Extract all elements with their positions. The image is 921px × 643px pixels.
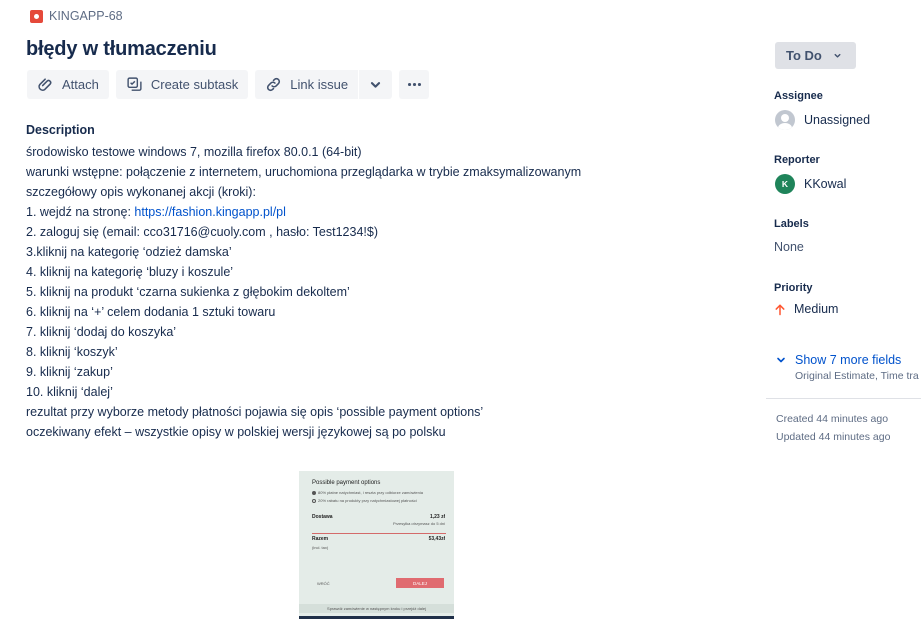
- description-line: 8. kliknij ‘koszyk’: [26, 345, 118, 359]
- total-value: 53,43zł: [428, 536, 445, 542]
- description-line: środowisko testowe windows 7, mozilla fi…: [26, 145, 362, 159]
- description-line: 7. kliknij ‘dodaj do koszyka’: [26, 325, 177, 339]
- unassigned-avatar-icon: [775, 110, 795, 130]
- description-line: 4. kliknij na kategorię ‘bluzy i koszule…: [26, 265, 234, 279]
- delivery-label: Dostawa: [312, 514, 333, 520]
- description-line: rezultat przy wyborze metody płatności p…: [26, 405, 484, 419]
- description-line: 9. kliknij ‘zakup’: [26, 365, 113, 379]
- description-line: 5. kliknij na produkt ‘czarna sukienka z…: [26, 285, 350, 299]
- attach-button[interactable]: Attach: [27, 70, 109, 99]
- attachment-title: Possible payment options: [312, 480, 381, 486]
- description-body[interactable]: środowisko testowe windows 7, mozilla fi…: [26, 142, 726, 442]
- created-timestamp: Created 44 minutes ago: [776, 413, 889, 425]
- assignee-value: Unassigned: [804, 113, 871, 127]
- issue-summary[interactable]: błędy w tłumaczeniu: [26, 38, 217, 61]
- reporter-field[interactable]: K KKowal: [775, 174, 846, 194]
- reporter-value: KKowal: [804, 177, 847, 191]
- divider: [312, 533, 446, 534]
- radio-icon: [312, 498, 316, 503]
- description-heading: Description: [26, 123, 95, 137]
- labels-label: Labels: [774, 218, 809, 230]
- priority-label: Priority: [774, 282, 813, 294]
- status-dropdown[interactable]: To Do: [775, 42, 856, 69]
- bug-icon: [30, 9, 43, 23]
- link-issue-group: Link issue: [255, 70, 393, 99]
- more-icon: [407, 82, 421, 87]
- updated-timestamp: Updated 44 minutes ago: [776, 431, 891, 443]
- subtask-icon: [127, 77, 142, 91]
- payment-option-label: 80% płatne natychmiast, i reszta przy od…: [318, 490, 423, 495]
- description-line: oczekiwany efekt – wszystkie opisy w pol…: [26, 425, 446, 439]
- avatar: K: [775, 174, 795, 194]
- attachment-footer: Sprawdź zamówienie w następnym kroku i p…: [299, 604, 454, 613]
- link-issue-dropdown-button[interactable]: [359, 70, 393, 99]
- link-issue-label: Link issue: [290, 77, 349, 92]
- show-more-fields-label: Show 7 more fields: [795, 353, 902, 367]
- description-line: 2. zaloguj się (email: cco31716@cuoly.co…: [26, 225, 378, 239]
- next-label: DALEJ: [396, 578, 444, 588]
- issue-key[interactable]: KINGAPP-68: [49, 9, 123, 23]
- more-actions-button[interactable]: [399, 70, 430, 99]
- total-label: Razem: [312, 536, 329, 542]
- status-label: To Do: [786, 48, 822, 63]
- delivery-value: 1,23 zł: [429, 514, 445, 520]
- paperclip-icon: [38, 78, 52, 91]
- payment-option: 80% płatne natychmiast, i reszta przy od…: [312, 490, 423, 495]
- chevron-down-icon: [371, 82, 381, 88]
- description-line: szczegółowy opis wykonanej akcji (kroki)…: [26, 185, 256, 199]
- payment-option-label: 20% rabatu na produkty przy natychmiasto…: [318, 498, 417, 503]
- chevron-down-icon: [834, 53, 841, 58]
- create-subtask-label: Create subtask: [150, 77, 239, 92]
- labels-value[interactable]: None: [774, 240, 804, 254]
- screenshot-attachment[interactable]: Possible payment options 80% płatne naty…: [299, 471, 454, 619]
- create-subtask-button[interactable]: Create subtask: [115, 70, 249, 99]
- description-line: 10. kliknij ‘dalej’: [26, 385, 113, 399]
- description-line: warunki wstępne: połączenie z internetem…: [26, 165, 582, 179]
- divider: [766, 398, 921, 399]
- total-note: (incl. tax): [312, 545, 329, 550]
- description-line-text: 1. wejdź na stronę:: [26, 205, 135, 219]
- delivery-note: Przesyłka otrzymasz do 5 dni: [392, 521, 445, 526]
- description-line: 3.kliknij na kategorię ‘odzież damska’: [26, 245, 232, 259]
- link-issue-button[interactable]: Link issue: [255, 70, 359, 99]
- priority-field[interactable]: Medium: [775, 302, 838, 316]
- assignee-label: Assignee: [774, 90, 823, 102]
- radio-selected-icon: [312, 490, 316, 495]
- site-link[interactable]: https://fashion.kingapp.pl/pl: [134, 205, 286, 219]
- back-label: WRÓĆ: [317, 581, 330, 586]
- chevron-down-icon: [777, 357, 785, 363]
- payment-option: 20% rabatu na produkty przy natychmiasto…: [312, 498, 417, 503]
- priority-value: Medium: [794, 302, 839, 316]
- show-more-fields-button[interactable]: Show 7 more fields: [775, 353, 901, 367]
- attach-label: Attach: [62, 77, 99, 92]
- reporter-label: Reporter: [774, 154, 820, 166]
- assignee-field[interactable]: Unassigned: [775, 110, 870, 130]
- priority-medium-arrow-icon: [775, 304, 785, 315]
- issue-key-breadcrumb[interactable]: KINGAPP-68: [30, 9, 123, 23]
- link-icon: [267, 77, 281, 92]
- issue-toolbar: Attach Create subtask Link issue: [27, 70, 430, 99]
- description-line: 6. kliknij na ‘+’ celem dodania 1 sztuki…: [26, 305, 276, 319]
- description-line: 1. wejdź na stronę: https://fashion.king…: [26, 202, 726, 222]
- more-fields-summary: Original Estimate, Time tra: [795, 370, 919, 382]
